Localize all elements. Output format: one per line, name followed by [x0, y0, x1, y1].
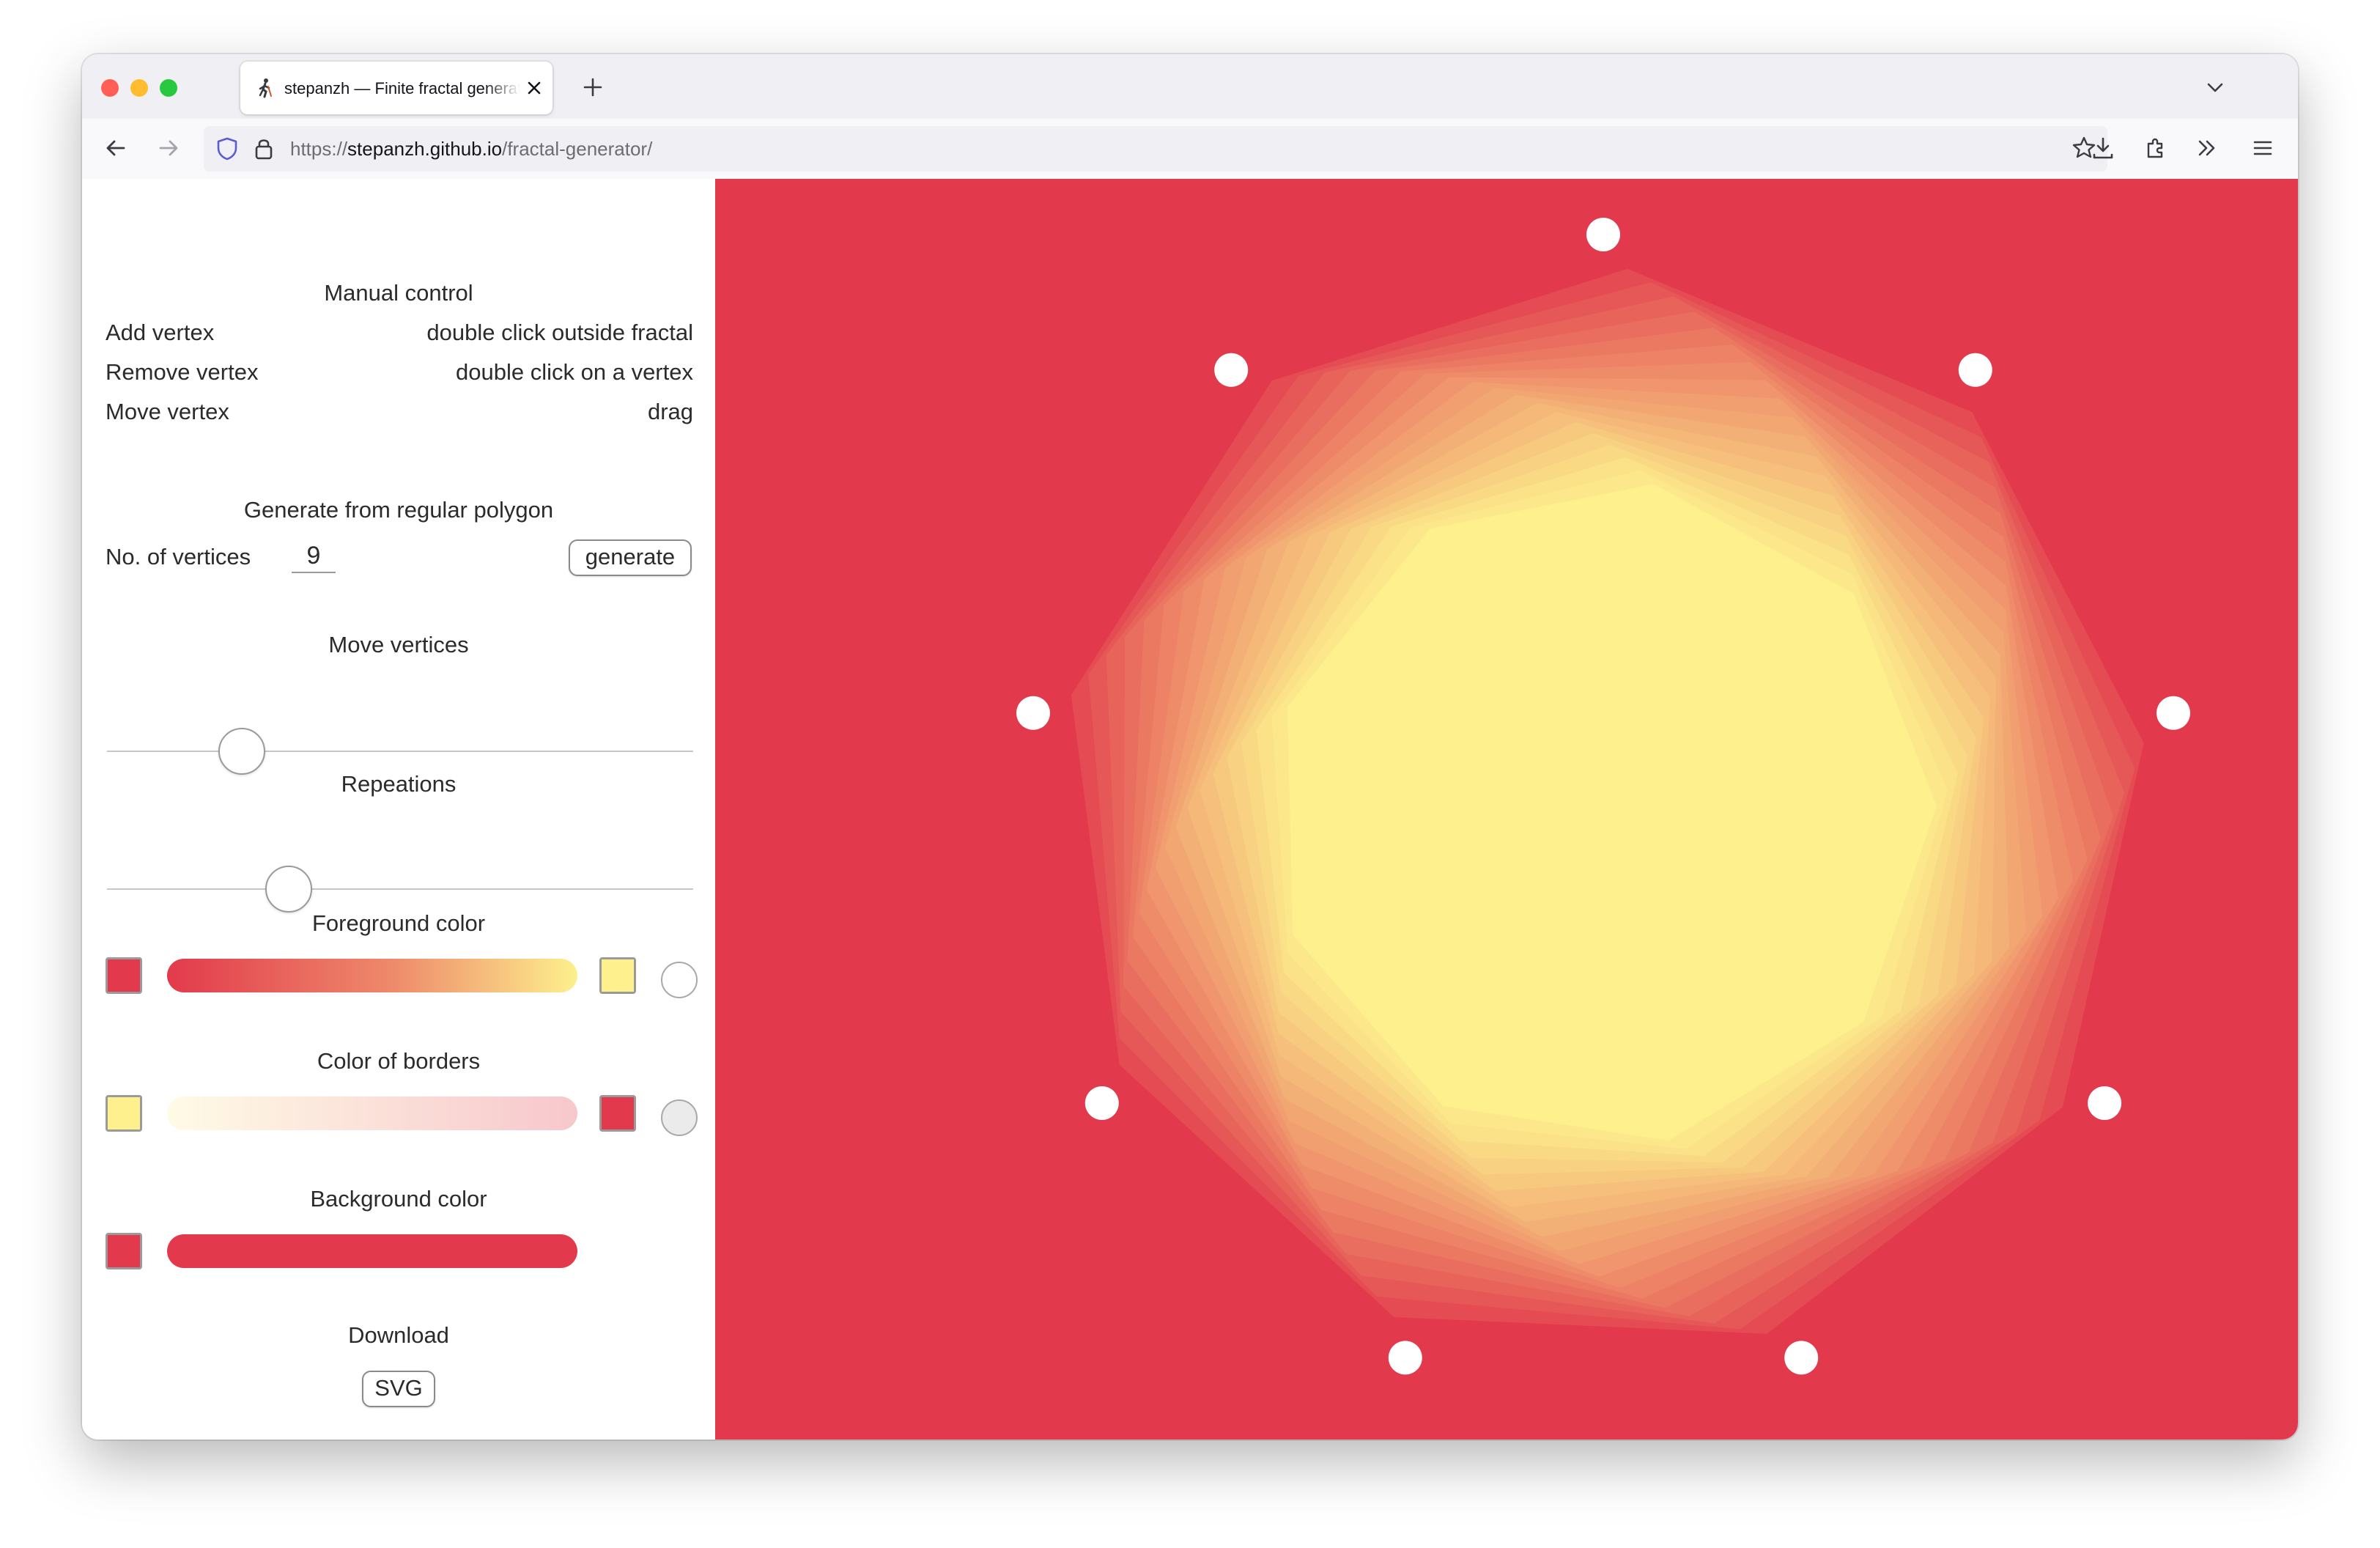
- close-window-button[interactable]: [101, 79, 119, 97]
- vertex-handle[interactable]: [1958, 353, 1992, 387]
- border-gradient-bar: [167, 1096, 577, 1130]
- background-color-bar: [167, 1234, 577, 1268]
- foreground-start-color-swatch[interactable]: [106, 957, 142, 994]
- zoom-window-button[interactable]: [160, 79, 177, 97]
- fractal-svg[interactable]: [715, 179, 2298, 1440]
- close-tab-icon[interactable]: [525, 78, 544, 97]
- walker-favicon-icon: [259, 78, 272, 98]
- repetitions-heading: Repeations: [341, 771, 457, 797]
- url-path: /fractal-generator/: [502, 138, 653, 160]
- browser-window: stepanzh — Finite fractal generator http…: [82, 54, 2298, 1440]
- border-end-color-swatch[interactable]: [599, 1095, 636, 1132]
- remove-vertex-instruction: double click on a vertex: [456, 359, 693, 385]
- border-color-heading: Color of borders: [317, 1048, 481, 1074]
- remove-vertex-label: Remove vertex: [106, 359, 259, 385]
- vertices-count-label: No. of vertices: [106, 544, 251, 570]
- vertex-handle[interactable]: [1016, 696, 1050, 730]
- tab-bar: stepanzh — Finite fractal generator: [82, 54, 2298, 119]
- url-scheme: https://: [290, 138, 348, 160]
- border-start-color-swatch[interactable]: [106, 1095, 142, 1132]
- generate-heading: Generate from regular polygon: [243, 497, 554, 523]
- move-vertices-heading: Move vertices: [328, 632, 469, 657]
- vertex-handle[interactable]: [1784, 1341, 1819, 1375]
- background-color-swatch[interactable]: [106, 1233, 142, 1269]
- move-vertex-instruction: drag: [647, 399, 693, 424]
- url-host: stepanzh.github.io: [347, 138, 503, 160]
- move-vertex-label: Move vertex: [106, 399, 229, 424]
- extensions-puzzle-icon[interactable]: [2143, 135, 2169, 161]
- repetitions-slider-thumb[interactable]: [265, 866, 312, 913]
- move-vertices-slider[interactable]: [107, 751, 693, 752]
- vertex-handle[interactable]: [1214, 353, 1249, 387]
- back-arrow-icon[interactable]: [103, 135, 129, 161]
- lock-icon[interactable]: [254, 136, 274, 161]
- url-bar[interactable]: https://stepanzh.github.io/fractal-gener…: [204, 126, 2107, 172]
- vertex-handle[interactable]: [1084, 1086, 1119, 1120]
- url-text[interactable]: https://stepanzh.github.io/fractal-gener…: [290, 137, 652, 161]
- overflow-chevrons-icon[interactable]: [2194, 135, 2220, 161]
- hamburger-menu-icon[interactable]: [2250, 135, 2276, 161]
- vertex-handle[interactable]: [1388, 1341, 1422, 1375]
- background-color-heading: Background color: [310, 1186, 487, 1212]
- foreground-end-color-swatch[interactable]: [599, 957, 636, 994]
- fractal-canvas[interactable]: [715, 179, 2298, 1440]
- vertex-handle[interactable]: [2088, 1086, 2122, 1120]
- add-vertex-instruction: double click outside fractal: [426, 320, 693, 345]
- control-panel: Manual control Add vertex double click o…: [82, 179, 715, 1440]
- vertex-handle[interactable]: [2157, 696, 2190, 730]
- repetitions-slider[interactable]: [107, 888, 693, 890]
- generate-button[interactable]: generate: [569, 539, 692, 576]
- move-vertices-slider-thumb[interactable]: [218, 728, 265, 775]
- foreground-add-stop-button[interactable]: [661, 962, 698, 998]
- add-vertex-label: Add vertex: [106, 320, 215, 345]
- active-tab[interactable]: stepanzh — Finite fractal generator: [240, 62, 552, 114]
- manual-control-heading: Manual control: [324, 280, 473, 306]
- foreground-color-heading: Foreground color: [311, 910, 486, 936]
- navigation-bar: https://stepanzh.github.io/fractal-gener…: [82, 119, 2298, 180]
- download-icon[interactable]: [2090, 135, 2116, 161]
- download-heading: Download: [348, 1322, 449, 1348]
- tab-title: stepanzh — Finite fractal generator: [284, 79, 520, 97]
- vertices-count-input[interactable]: 9: [292, 541, 336, 573]
- vertex-handle[interactable]: [1586, 218, 1620, 251]
- border-toggle-button[interactable]: [661, 1099, 698, 1136]
- tracking-shield-icon[interactable]: [215, 136, 239, 161]
- chevron-down-icon[interactable]: [2204, 76, 2226, 98]
- minimize-window-button[interactable]: [130, 79, 148, 97]
- foreground-gradient-bar: [167, 959, 577, 992]
- download-svg-button[interactable]: SVG: [362, 1371, 435, 1407]
- forward-arrow-icon[interactable]: [155, 135, 182, 161]
- new-tab-icon[interactable]: [580, 75, 605, 100]
